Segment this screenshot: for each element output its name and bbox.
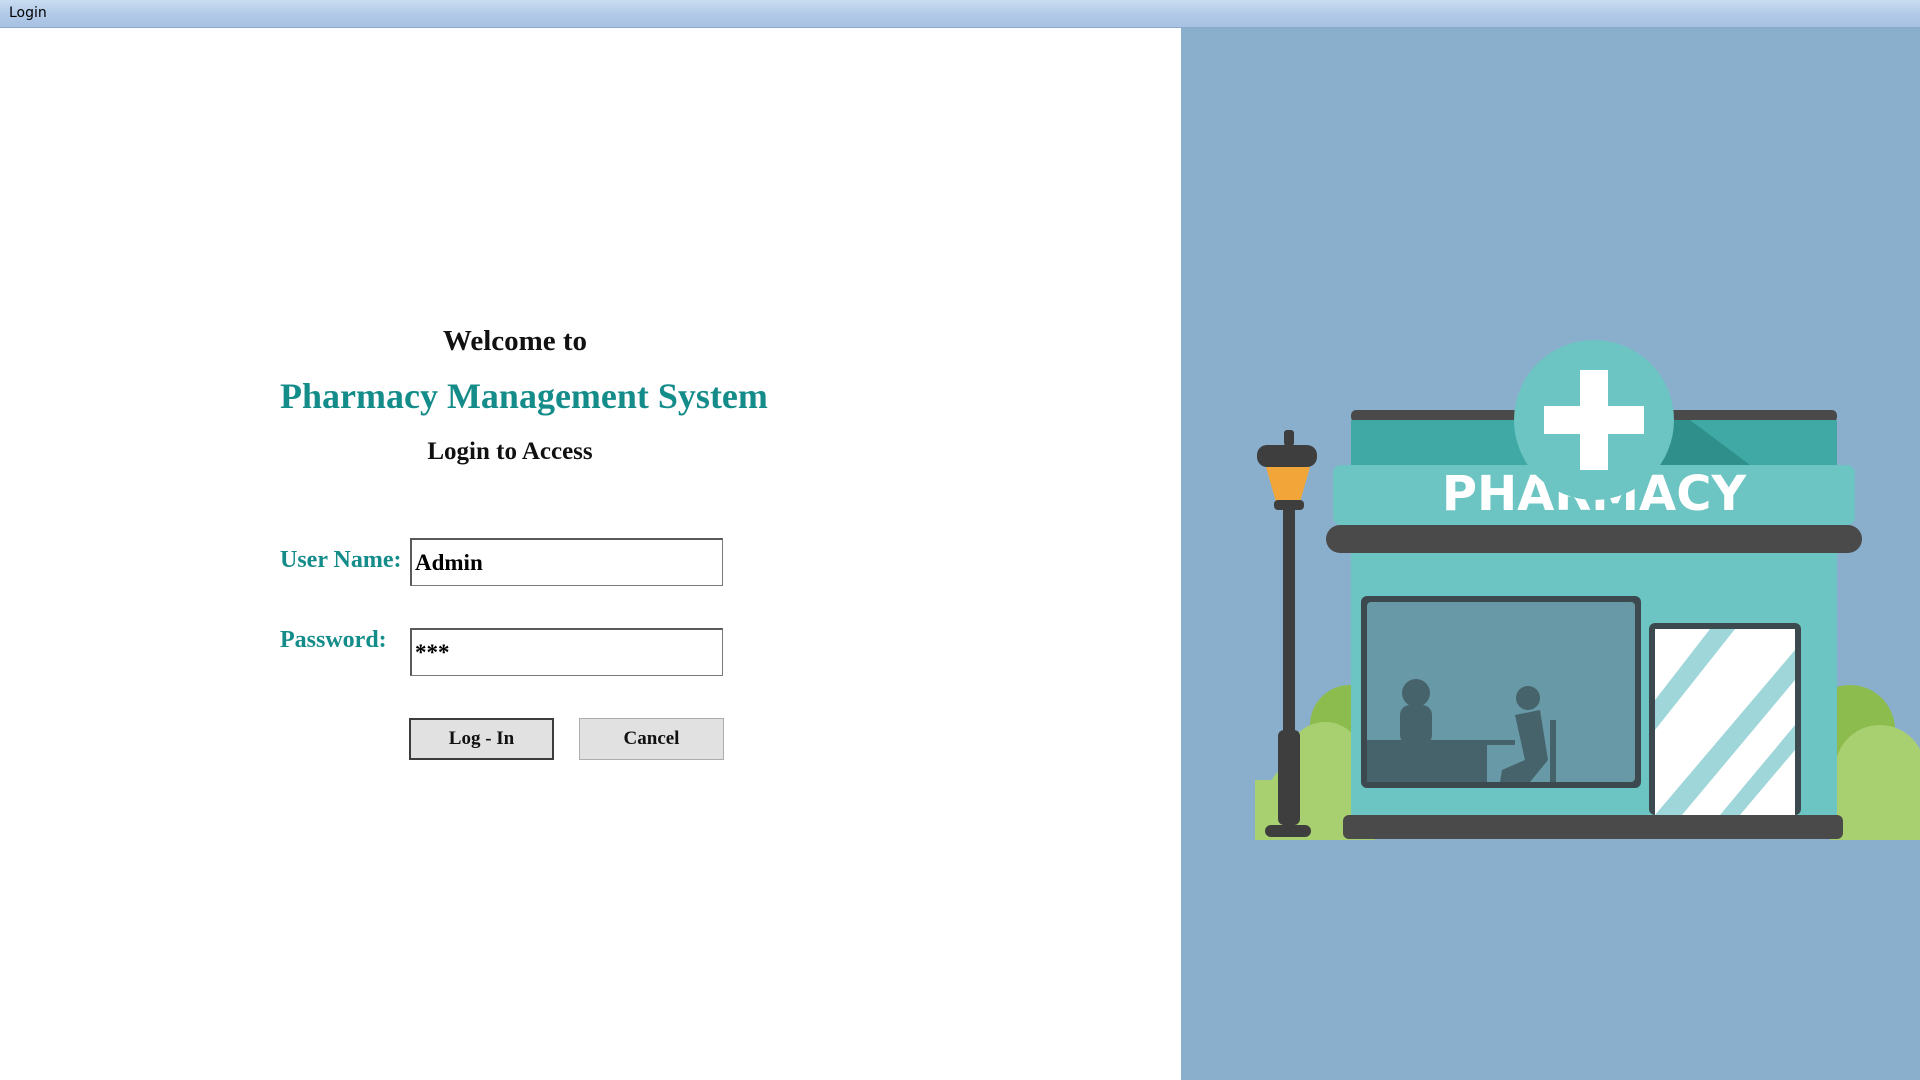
cancel-button[interactable]: Cancel [579, 718, 724, 760]
login-window: Login Welcome to Pharmacy Management Sys… [0, 0, 1920, 1080]
pharmacy-storefront-icon: PHARMACY [1255, 340, 1920, 840]
medical-cross-icon [1514, 340, 1674, 500]
username-label: User Name: [280, 547, 402, 573]
window-title: Login [9, 5, 47, 21]
password-input[interactable] [410, 628, 723, 676]
username-input[interactable] [410, 538, 723, 586]
login-button[interactable]: Log - In [409, 718, 554, 760]
welcome-heading: Welcome to [442, 325, 588, 357]
app-title: Pharmacy Management System [280, 376, 768, 416]
title-bar[interactable]: Login [0, 0, 1920, 28]
password-label: Password: [280, 627, 387, 653]
login-subtitle: Login to Access [427, 438, 593, 465]
